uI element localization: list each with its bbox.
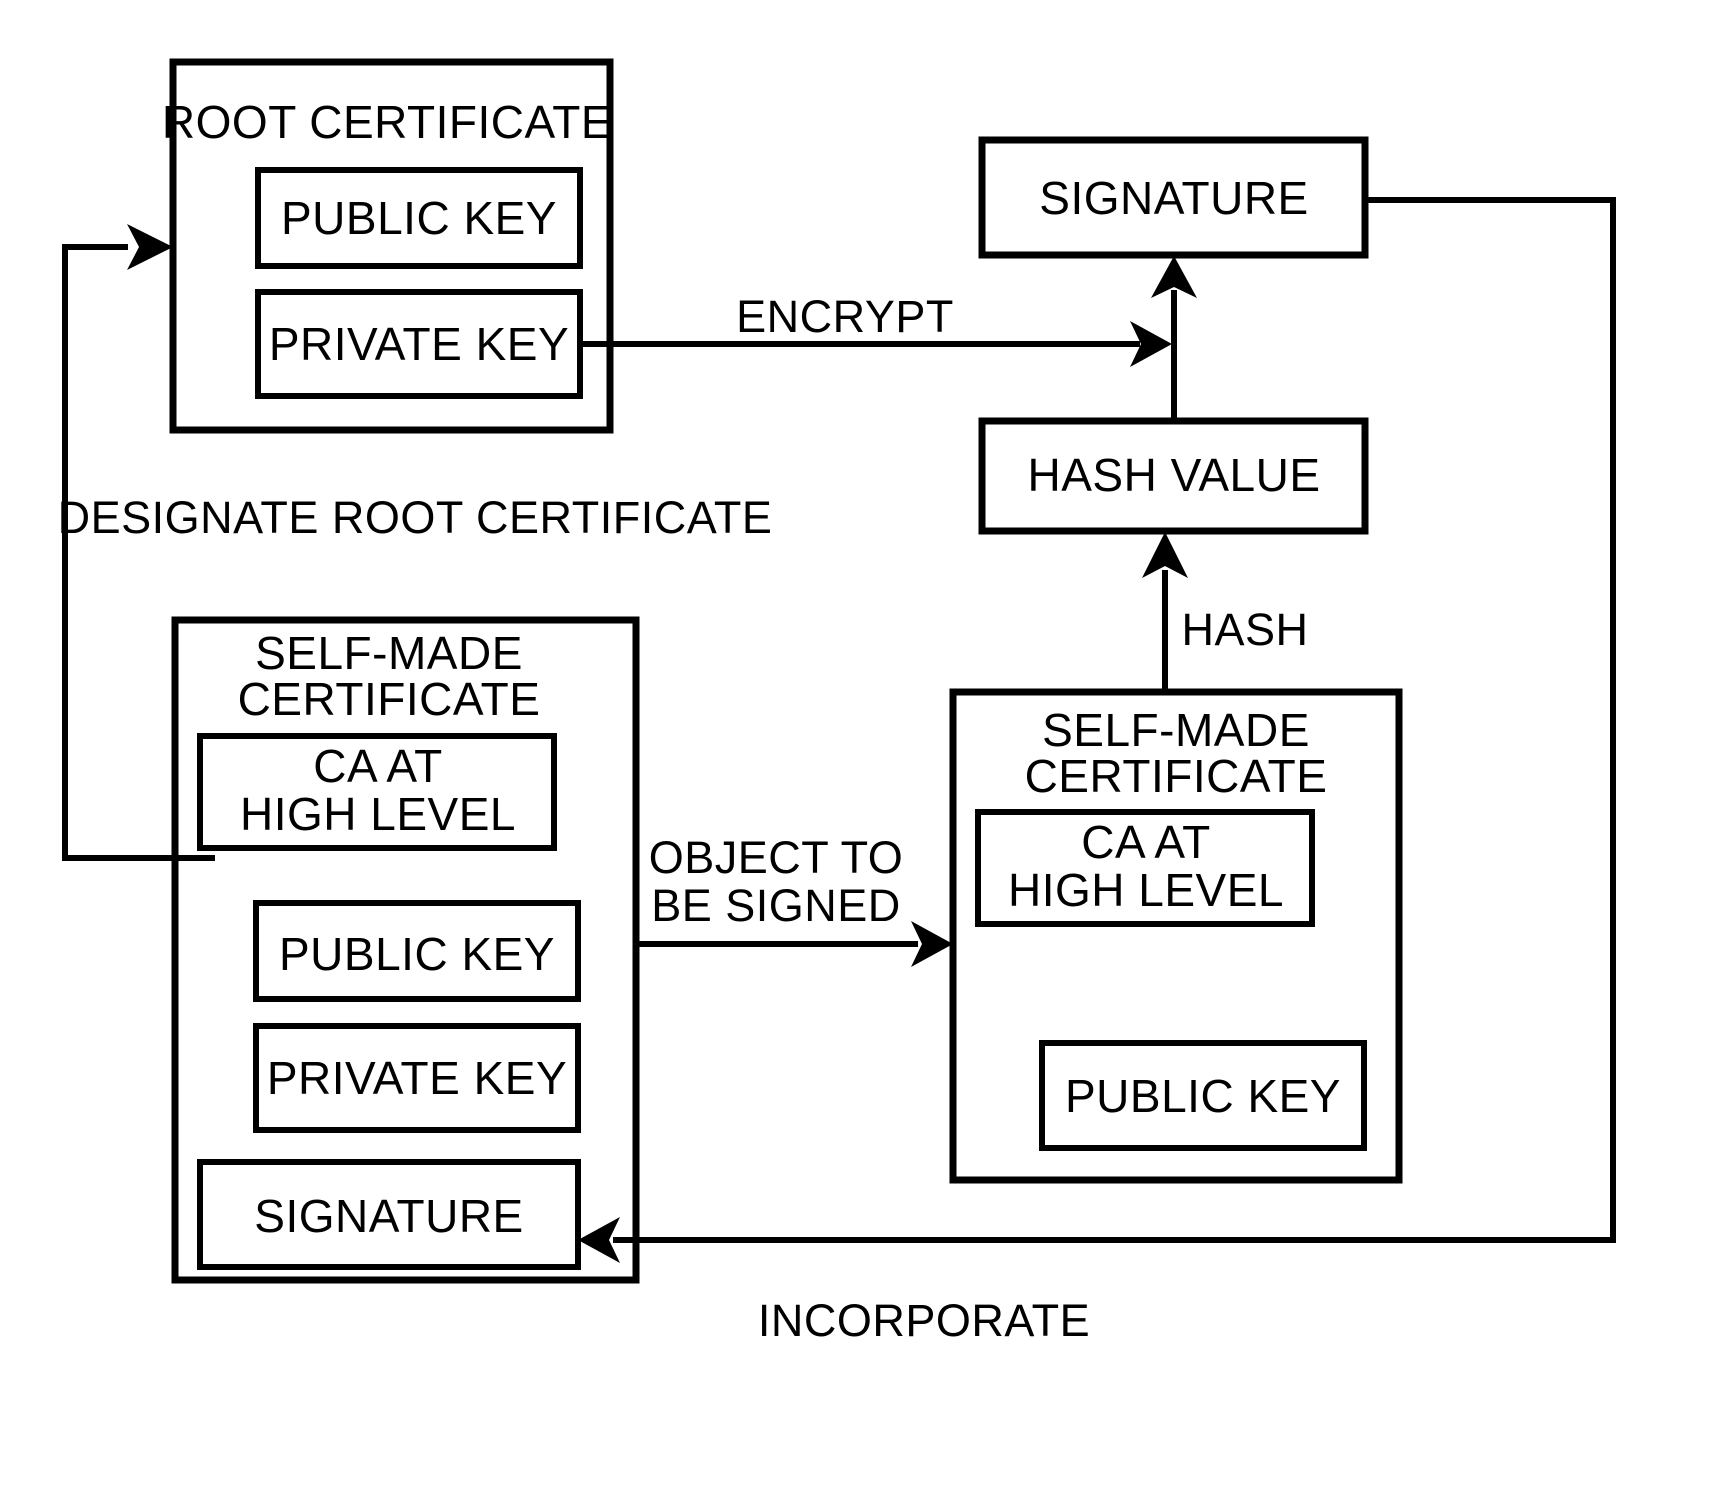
self-made-certificate-left-ca-label-line2: HIGH LEVEL bbox=[240, 788, 516, 840]
node-signature-top[interactable]: SIGNATURE bbox=[978, 136, 1369, 259]
object-to-be-signed-label-line2: BE SIGNED bbox=[651, 880, 901, 931]
designate-root-certificate-label: DESIGNATE ROOT CERTIFICATE bbox=[58, 492, 773, 543]
node-root-certificate[interactable]: ROOT CERTIFICATE PUBLIC KEY PRIVATE KEY bbox=[162, 58, 614, 434]
diagram-canvas: ROOT CERTIFICATE PUBLIC KEY PRIVATE KEY … bbox=[0, 0, 1717, 1501]
self-made-certificate-left-private-key-label: PRIVATE KEY bbox=[267, 1052, 567, 1104]
incorporate-label: INCORPORATE bbox=[758, 1295, 1090, 1346]
edge-object-to-be-signed: OBJECT TO BE SIGNED bbox=[636, 832, 953, 967]
designate-root-certificate-line bbox=[62, 244, 215, 861]
node-self-made-certificate-right[interactable]: SELF-MADE CERTIFICATE CA AT HIGH LEVEL P… bbox=[949, 688, 1403, 1184]
self-made-certificate-left-public-key-label: PUBLIC KEY bbox=[279, 928, 555, 980]
edge-hash: HASH bbox=[1142, 532, 1308, 692]
hash-label: HASH bbox=[1181, 604, 1308, 655]
self-made-certificate-left-title-line2: CERTIFICATE bbox=[238, 673, 541, 725]
self-made-certificate-right-ca-label-line2: HIGH LEVEL bbox=[1008, 864, 1284, 916]
hash-value-label: HASH VALUE bbox=[1027, 449, 1320, 501]
self-made-certificate-left-signature-label: SIGNATURE bbox=[254, 1190, 523, 1242]
self-made-certificate-left-ca-label-line1: CA AT bbox=[313, 740, 442, 792]
encrypt-label: ENCRYPT bbox=[736, 291, 954, 342]
self-made-certificate-right-ca-label-line1: CA AT bbox=[1081, 816, 1210, 868]
designate-root-certificate-arrowhead-icon bbox=[127, 224, 173, 270]
self-made-certificate-right-title-line1: SELF-MADE bbox=[1042, 704, 1310, 756]
root-certificate-public-key-label: PUBLIC KEY bbox=[281, 192, 557, 244]
certificate-flow-diagram: ROOT CERTIFICATE PUBLIC KEY PRIVATE KEY … bbox=[58, 58, 1616, 1346]
root-certificate-private-key-label: PRIVATE KEY bbox=[269, 318, 569, 370]
node-hash-value[interactable]: HASH VALUE bbox=[978, 417, 1369, 535]
edge-encrypt: ENCRYPT bbox=[580, 291, 1172, 367]
node-self-made-certificate-left[interactable]: SELF-MADE CERTIFICATE CA AT HIGH LEVEL P… bbox=[171, 616, 640, 1284]
object-to-be-signed-label-line1: OBJECT TO bbox=[649, 832, 904, 883]
self-made-certificate-left-title-line1: SELF-MADE bbox=[255, 627, 523, 679]
root-certificate-title: ROOT CERTIFICATE bbox=[162, 96, 612, 148]
signature-top-label: SIGNATURE bbox=[1039, 172, 1308, 224]
self-made-certificate-right-public-key-label: PUBLIC KEY bbox=[1065, 1070, 1341, 1122]
self-made-certificate-right-title-line2: CERTIFICATE bbox=[1025, 750, 1328, 802]
